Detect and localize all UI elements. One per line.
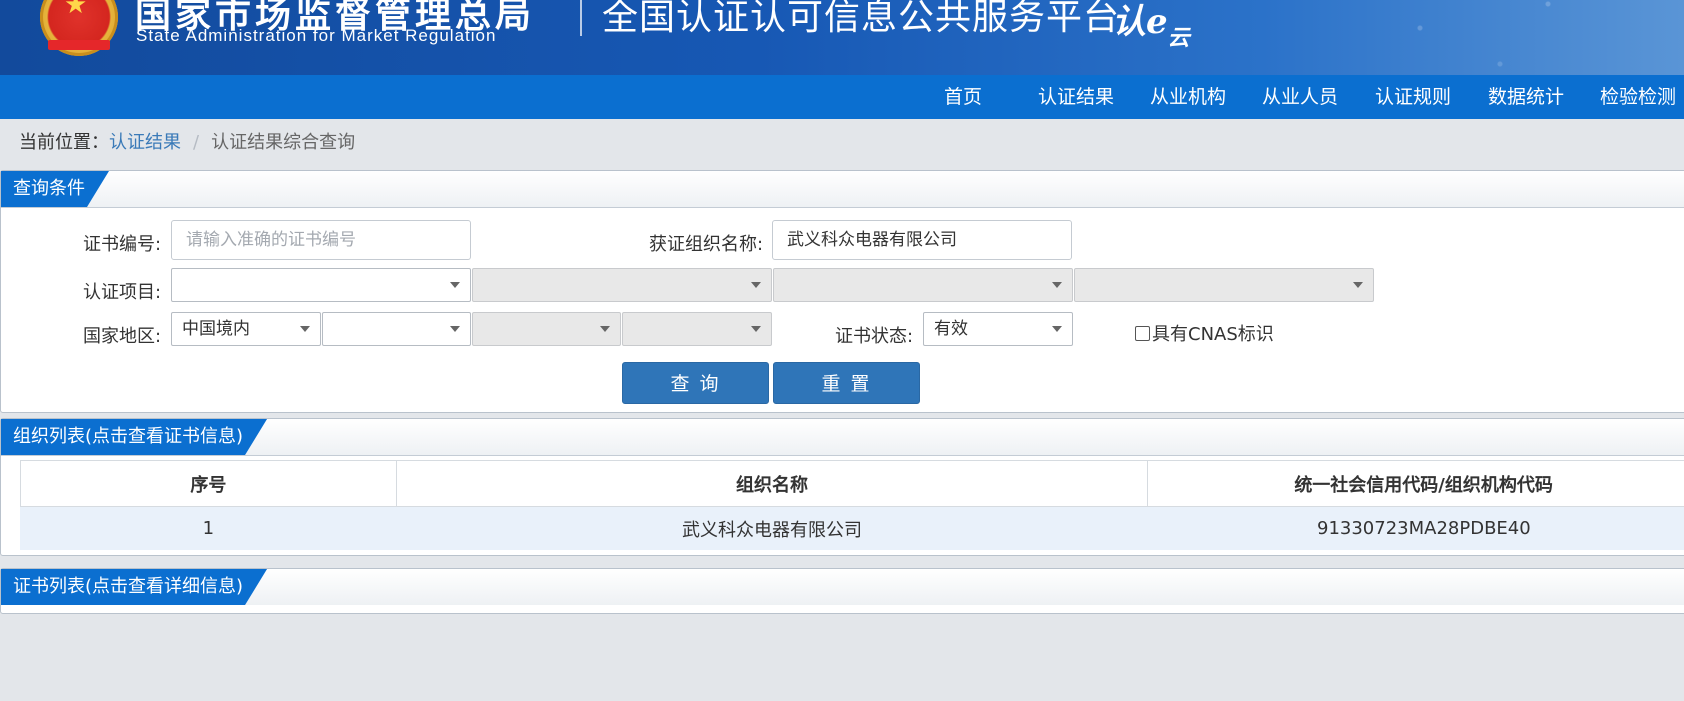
region-district-select[interactable] [622, 312, 772, 346]
cert-list-panel: 证书列表(点击查看详细信息) [0, 568, 1684, 614]
chevron-down-icon [751, 326, 761, 332]
org-list-panel-title: 组织列表(点击查看证书信息) [1, 419, 267, 455]
org-table-header-row: 序号 组织名称 统一社会信用代码/组织机构代码 [20, 460, 1684, 507]
chevron-down-icon [1052, 282, 1062, 288]
nav-institutions[interactable]: 从业机构 [1150, 75, 1226, 119]
chevron-down-icon [1353, 282, 1363, 288]
nav-cert-results[interactable]: 认证结果 [1038, 75, 1114, 119]
main-nav: 首页 认证结果 从业机构 从业人员 认证规则 数据统计 检验检测 [0, 75, 1684, 119]
agency-name-en: State Administration for Market Regulati… [136, 26, 497, 45]
chevron-down-icon [450, 326, 460, 332]
row-index: 1 [20, 506, 397, 550]
org-name-input[interactable]: 武义科众电器有限公司 [772, 220, 1072, 260]
chevron-down-icon [450, 282, 460, 288]
project-select-3[interactable] [773, 268, 1073, 302]
col-header-index: 序号 [20, 460, 397, 507]
national-emblem-icon: ★ [40, 0, 118, 56]
status-value: 有效 [934, 319, 968, 339]
table-row[interactable]: 1 武义科众电器有限公司 91330723MA28PDBE40 [20, 506, 1684, 550]
project-label: 认证项目: [83, 282, 162, 303]
cert-list-panel-header: 证书列表(点击查看详细信息) [1, 569, 1684, 605]
project-select-1[interactable] [171, 268, 471, 302]
breadcrumb-prefix: 当前位置： [19, 132, 109, 153]
query-panel-header: 查询条件 [1, 171, 1684, 208]
breadcrumb-link-cert-results[interactable]: 认证结果 [109, 132, 181, 153]
breadcrumb: 当前位置：认证结果 / 认证结果综合查询 [19, 128, 355, 154]
nav-cert-rules[interactable]: 认证规则 [1375, 75, 1451, 119]
cnas-checkbox[interactable] [1135, 326, 1150, 341]
cert-no-label: 证书编号: [83, 234, 162, 255]
query-panel-title: 查询条件 [1, 171, 109, 207]
cert-list-panel-title: 证书列表(点击查看详细信息) [1, 569, 267, 605]
chevron-down-icon [300, 326, 310, 332]
platform-title: 全国认证认可信息公共服务平台 [602, 0, 1121, 38]
nav-personnel[interactable]: 从业人员 [1262, 75, 1338, 119]
breadcrumb-current: 认证结果综合查询 [211, 132, 356, 153]
nav-inspection[interactable]: 检验检测 [1600, 75, 1676, 119]
banner-decoration [1324, 0, 1644, 75]
row-org-name[interactable]: 武义科众电器有限公司 [395, 506, 1148, 550]
renyun-logo: 认e云 [1112, 2, 1190, 51]
reset-button[interactable]: 重 置 [773, 362, 920, 404]
header-divider [580, 0, 582, 36]
project-select-4[interactable] [1074, 268, 1374, 302]
region-province-select[interactable] [322, 312, 471, 346]
org-list-panel-header: 组织列表(点击查看证书信息) [1, 419, 1684, 456]
chevron-down-icon [1052, 326, 1062, 332]
nav-home[interactable]: 首页 [944, 75, 982, 119]
nav-statistics[interactable]: 数据统计 [1488, 75, 1564, 119]
cnas-label: 具有CNAS标识 [1152, 324, 1274, 345]
cert-no-input[interactable]: 请输入准确的证书编号 [171, 220, 471, 260]
region-city-select[interactable] [472, 312, 621, 346]
site-banner: ★ 国家市场监督管理总局 State Administration for Ma… [0, 0, 1684, 75]
status-select[interactable]: 有效 [923, 312, 1073, 346]
status-label: 证书状态: [835, 326, 914, 347]
org-table: 序号 组织名称 统一社会信用代码/组织机构代码 1 武义科众电器有限公司 913… [20, 460, 1684, 550]
row-credit-code: 91330723MA28PDBE40 [1147, 506, 1684, 550]
chevron-down-icon [751, 282, 761, 288]
search-button[interactable]: 查 询 [622, 362, 769, 404]
region-label: 国家地区: [83, 326, 162, 347]
col-header-credit-code: 统一社会信用代码/组织机构代码 [1147, 460, 1684, 507]
region-country-select[interactable]: 中国境内 [171, 312, 321, 346]
breadcrumb-separator: / [193, 132, 200, 153]
org-name-label: 获证组织名称: [649, 234, 764, 255]
cnas-checkbox-wrap[interactable]: 具有CNAS标识 [1135, 320, 1274, 346]
region-country-value: 中国境内 [182, 319, 250, 339]
col-header-org-name: 组织名称 [395, 460, 1149, 507]
chevron-down-icon [600, 326, 610, 332]
project-select-2[interactable] [472, 268, 772, 302]
